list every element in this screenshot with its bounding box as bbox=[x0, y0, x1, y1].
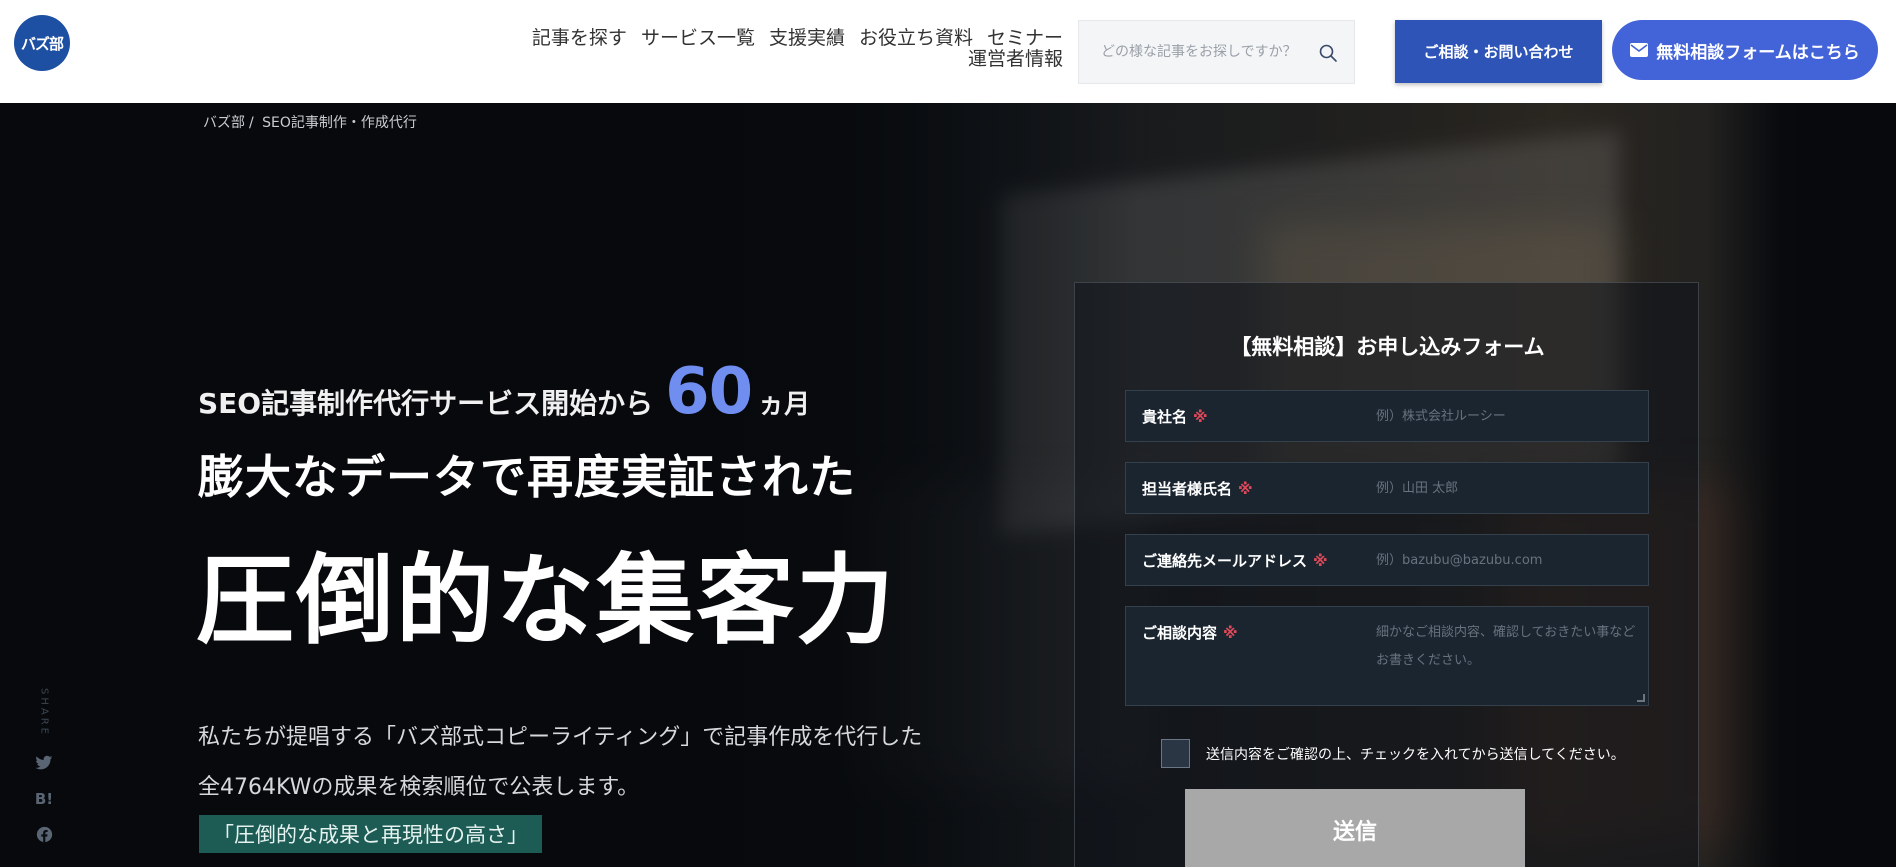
tagline-prefix: SEO記事制作代行サービス開始から bbox=[198, 387, 654, 420]
nav-item-services[interactable]: サービス一覧 bbox=[641, 28, 755, 49]
company-name-input[interactable] bbox=[1376, 391, 1636, 441]
hero-highlight-badge: 「圧倒的な成果と再現性の高さ」 bbox=[199, 815, 542, 853]
required-mark: ※ bbox=[1223, 624, 1238, 642]
contact-button[interactable]: ご相談・お問い合わせ bbox=[1395, 20, 1602, 83]
share-bar: SHARE B! bbox=[30, 688, 58, 853]
contact-button-label: ご相談・お問い合わせ bbox=[1423, 43, 1574, 61]
facebook-share-button[interactable] bbox=[33, 824, 55, 846]
nav-item-results[interactable]: 支援実績 bbox=[769, 28, 845, 49]
email-field: ご連絡先メールアドレス ※ bbox=[1125, 534, 1649, 586]
hero-tagline: SEO記事制作代行サービス開始から 60 ヵ月 bbox=[198, 355, 810, 429]
hero-main-heading: 圧倒的な集客力 bbox=[196, 544, 897, 658]
nav-item-operator[interactable]: 運営者情報 bbox=[968, 49, 1063, 70]
contact-person-input[interactable] bbox=[1376, 463, 1636, 513]
breadcrumb-current: SEO記事制作・作成代行 bbox=[262, 115, 417, 131]
breadcrumb-separator: / bbox=[249, 115, 254, 131]
site-header: バズ部 記事を探す サービス一覧 支援実績 お役立ち資料 セミナー 運営者情報 … bbox=[0, 0, 1896, 103]
search-box bbox=[1078, 20, 1355, 84]
breadcrumb-home[interactable]: バズ部 bbox=[203, 115, 245, 131]
consent-label: 送信内容をご確認の上、チェックを入れてから送信してください。 bbox=[1206, 746, 1625, 763]
inquiry-textarea[interactable] bbox=[1376, 619, 1636, 699]
required-mark: ※ bbox=[1193, 408, 1208, 426]
tagline-unit: ヵ月 bbox=[758, 390, 811, 420]
hero-section: バズ部 / SEO記事制作・作成代行 SEO記事制作代行サービス開始から 60 ヵ… bbox=[0, 103, 1896, 867]
nav-item-seminar[interactable]: セミナー bbox=[987, 28, 1063, 49]
form-title: 【無料相談】お申し込みフォーム bbox=[1230, 335, 1545, 359]
search-input[interactable] bbox=[1101, 44, 1326, 60]
facebook-icon bbox=[36, 827, 52, 843]
site-logo[interactable]: バズ部 bbox=[14, 15, 70, 71]
submit-button-label: 送信 bbox=[1332, 820, 1377, 845]
inquiry-field: ご相談内容 ※ bbox=[1125, 606, 1649, 706]
nav-item-resources[interactable]: お役立ち資料 bbox=[859, 28, 973, 49]
hatena-share-button[interactable]: B! bbox=[33, 788, 55, 810]
required-mark: ※ bbox=[1313, 552, 1328, 570]
hatena-icon: B! bbox=[34, 789, 54, 808]
company-name-label: 貴社名 ※ bbox=[1142, 408, 1208, 426]
nav-row-2: 運営者情報 bbox=[532, 49, 1063, 70]
consultation-form-panel: 【無料相談】お申し込みフォーム 貴社名※ 担当者様氏名※ ご連絡先メールアドレス… bbox=[1074, 282, 1699, 867]
twitter-share-button[interactable] bbox=[33, 752, 55, 774]
twitter-icon bbox=[35, 755, 53, 770]
search-icon[interactable] bbox=[1318, 43, 1338, 63]
hero-description: 私たちが提唱する「バズ部式コピーライティング」で記事作成を代行した全4764KW… bbox=[198, 725, 923, 800]
submit-button[interactable]: 送信 bbox=[1185, 789, 1525, 867]
tagline-number: 60 bbox=[665, 355, 753, 429]
email-input[interactable] bbox=[1376, 535, 1636, 585]
share-label: SHARE bbox=[38, 688, 50, 737]
resize-handle[interactable] bbox=[1637, 694, 1645, 702]
contact-person-field: 担当者様氏名 ※ bbox=[1125, 462, 1649, 514]
mail-icon bbox=[1630, 43, 1649, 57]
free-consultation-form-button[interactable]: 無料相談フォームはこちら bbox=[1612, 20, 1878, 80]
consent-row: 送信内容をご確認の上、チェックを入れてから送信してください。 bbox=[1161, 739, 1625, 768]
main-nav: 記事を探す サービス一覧 支援実績 お役立ち資料 セミナー 運営者情報 bbox=[532, 28, 1063, 70]
required-mark: ※ bbox=[1238, 480, 1253, 498]
hero-sub-heading: 膨大なデータで再度実証された bbox=[198, 450, 856, 504]
logo-text: バズ部 bbox=[20, 34, 64, 53]
company-name-field: 貴社名 ※ bbox=[1125, 390, 1649, 442]
inquiry-label: ご相談内容 ※ bbox=[1142, 624, 1238, 642]
contact-person-label: 担当者様氏名 ※ bbox=[1142, 480, 1253, 498]
breadcrumb: バズ部 / SEO記事制作・作成代行 bbox=[203, 112, 421, 132]
form-button-label: 無料相談フォームはこちら bbox=[1656, 42, 1860, 63]
consent-checkbox[interactable] bbox=[1161, 739, 1190, 768]
nav-item-articles[interactable]: 記事を探す bbox=[532, 28, 627, 49]
nav-row-1: 記事を探す サービス一覧 支援実績 お役立ち資料 セミナー bbox=[532, 28, 1063, 49]
email-label: ご連絡先メールアドレス ※ bbox=[1142, 552, 1328, 570]
